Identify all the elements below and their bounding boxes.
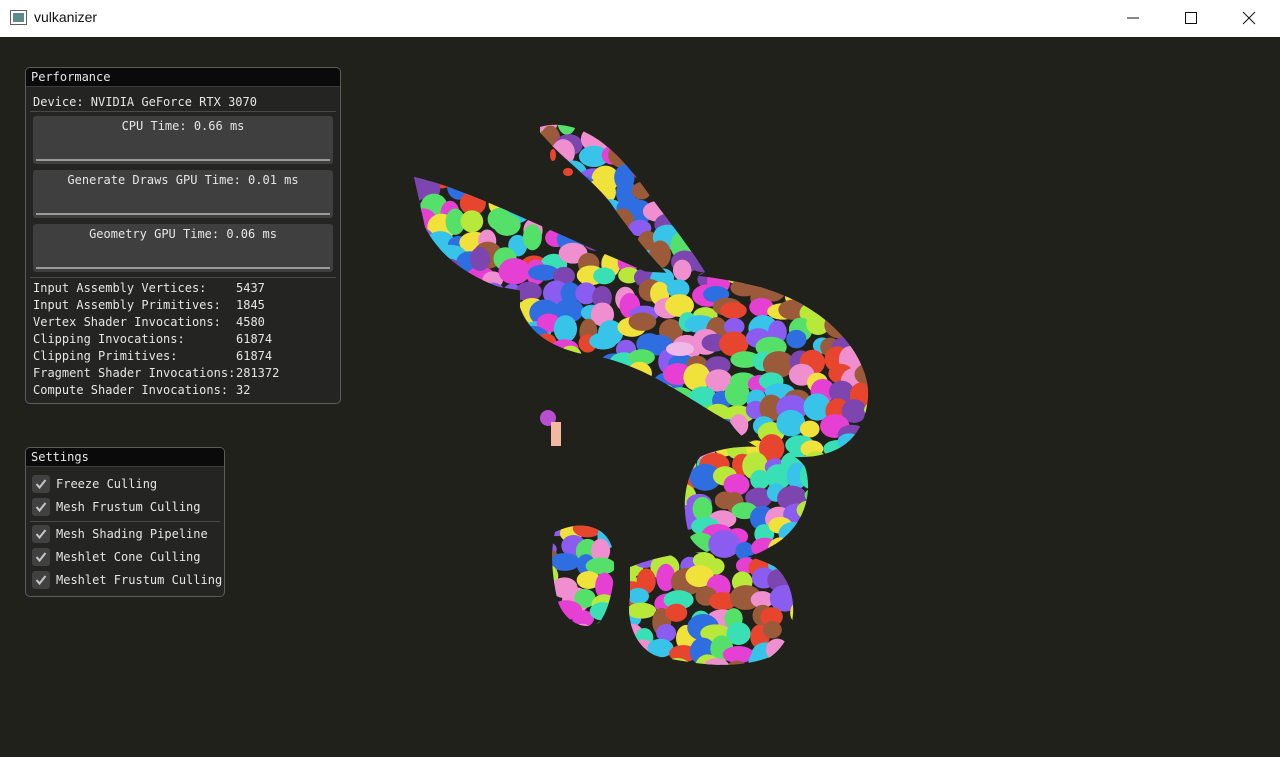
- checkmark-icon: [35, 529, 47, 540]
- separator: [30, 111, 336, 112]
- checkmark-icon: [35, 552, 47, 563]
- stat-input-assembly-vertices: Input Assembly Vertices: 5437: [33, 281, 265, 295]
- stat-vertex-shader-invocations: Vertex Shader Invocations: 4580: [33, 315, 265, 329]
- checkbox-box[interactable]: [32, 548, 50, 566]
- performance-window[interactable]: Performance Device: NVIDIA GeForce RTX 3…: [25, 67, 341, 404]
- checkbox-box[interactable]: [32, 498, 50, 516]
- stat-label: Clipping Primitives:: [33, 349, 178, 363]
- close-button[interactable]: [1220, 0, 1278, 36]
- cpu-time-plot[interactable]: CPU Time: 0.66 ms: [33, 116, 333, 164]
- settings-window-title[interactable]: Settings: [26, 448, 224, 467]
- plot-label: Generate Draws GPU Time: 0.01 ms: [67, 173, 299, 187]
- stat-value: 1845: [236, 298, 265, 312]
- device-label: Device: NVIDIA GeForce RTX 3070: [33, 95, 257, 109]
- checkbox-label: Freeze Culling: [56, 477, 158, 491]
- settings-window[interactable]: Settings Freeze Culling Mesh Frustum Cul…: [25, 447, 225, 597]
- stat-clipping-primitives: Clipping Primitives: 61874: [33, 349, 272, 363]
- stat-label: Compute Shader Invocations:: [33, 383, 229, 397]
- generate-draws-gpu-time-plot[interactable]: Generate Draws GPU Time: 0.01 ms: [33, 170, 333, 218]
- stat-value: 61874: [236, 332, 273, 346]
- minimize-icon: [1127, 17, 1139, 19]
- stat-input-assembly-primitives: Input Assembly Primitives: 1845: [33, 298, 265, 312]
- stat-value: 61874: [236, 349, 273, 363]
- checkbox-label: Mesh Frustum Culling: [56, 500, 201, 514]
- stat-clipping-invocations: Clipping Invocations: 61874: [33, 332, 272, 346]
- performance-window-title[interactable]: Performance: [26, 68, 340, 87]
- stat-value: 5437: [236, 281, 265, 295]
- geometry-gpu-time-plot[interactable]: Geometry GPU Time: 0.06 ms: [33, 224, 333, 272]
- stat-fragment-shader-invocations: Fragment Shader Invocations: 281372: [33, 366, 279, 380]
- stat-label: Input Assembly Primitives:: [33, 298, 221, 312]
- window-title: vulkanizer: [34, 9, 98, 25]
- checkbox-label: Meshlet Cone Culling: [56, 550, 201, 564]
- checkbox-box[interactable]: [32, 475, 50, 493]
- separator: [30, 277, 336, 278]
- stat-label: Fragment Shader Invocations:: [33, 366, 236, 380]
- checkbox-box[interactable]: [32, 571, 50, 589]
- plot-label: Geometry GPU Time: 0.06 ms: [89, 227, 277, 241]
- separator: [30, 521, 220, 522]
- checkmark-icon: [35, 479, 47, 490]
- maximize-icon: [1185, 12, 1197, 24]
- app-icon: [10, 10, 27, 25]
- minimize-button[interactable]: [1104, 0, 1162, 36]
- checkmark-icon: [35, 502, 47, 513]
- checkbox-box[interactable]: [32, 525, 50, 543]
- stat-label: Vertex Shader Invocations:: [33, 315, 221, 329]
- close-icon: [1242, 11, 1256, 25]
- maximize-button[interactable]: [1162, 0, 1220, 36]
- stat-compute-shader-invocations: Compute Shader Invocations: 32: [33, 383, 250, 397]
- plot-line: [36, 159, 330, 161]
- plot-line: [36, 267, 330, 269]
- stat-value: 4580: [236, 315, 265, 329]
- stat-value: 32: [236, 383, 251, 397]
- stat-value: 281372: [236, 366, 280, 380]
- window-titlebar[interactable]: vulkanizer: [0, 0, 1280, 37]
- plot-line: [36, 213, 330, 215]
- stat-label: Input Assembly Vertices:: [33, 281, 207, 295]
- stat-label: Clipping Invocations:: [33, 332, 185, 346]
- checkbox-label: Mesh Shading Pipeline: [56, 527, 208, 541]
- plot-label: CPU Time: 0.66 ms: [121, 119, 245, 133]
- checkbox-label: Meshlet Frustum Culling: [56, 573, 223, 587]
- checkmark-icon: [35, 575, 47, 586]
